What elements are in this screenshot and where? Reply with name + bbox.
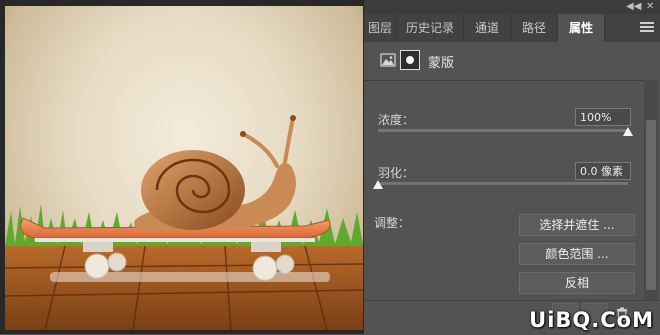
mask-label: 蒙版 [428, 56, 455, 71]
document-canvas[interactable] [0, 0, 364, 334]
density-slider-thumb[interactable] [623, 127, 633, 136]
panel-tab-bar: 图层 历史记录 通道 路径 属性 [364, 14, 660, 42]
collapse-double-arrow-icon[interactable]: ◀◀ [626, 1, 641, 13]
panel-menu-icon[interactable] [640, 20, 654, 34]
feather-input[interactable]: 0.0 像素 [575, 162, 631, 180]
select-and-mask-button[interactable]: 选择并遮住 ... [519, 214, 635, 236]
tab-paths[interactable]: 路径 [511, 14, 558, 42]
tab-channels[interactable]: 通道 [464, 14, 511, 42]
density-input[interactable]: 100% [575, 108, 631, 126]
panel-scrollbar-thumb[interactable] [646, 120, 656, 290]
feather-slider-thumb[interactable] [373, 180, 383, 189]
mask-type-row: 蒙版 [364, 46, 660, 76]
canvas-image-snail-skateboard [5, 6, 363, 330]
panel-scrollbar[interactable] [644, 80, 658, 300]
watermark-logo: UiBQ.CoM [529, 308, 654, 332]
density-slider-track[interactable] [378, 129, 628, 132]
adjust-label: 调整： [374, 216, 411, 230]
color-range-button[interactable]: 颜色范围 ... [519, 243, 635, 265]
properties-panel: ◀◀ ✕ 图层 历史记录 通道 路径 属性 蒙版 浓度： 100% 羽化： 0.… [364, 0, 660, 335]
feather-slider-track[interactable] [378, 182, 628, 185]
tab-history[interactable]: 历史记录 [397, 14, 464, 42]
tab-properties[interactable]: 属性 [558, 14, 605, 42]
mask-icon[interactable] [400, 50, 420, 70]
feather-label: 羽化： [378, 166, 415, 180]
panel-title-bar: ◀◀ ✕ [364, 0, 660, 14]
divider [364, 80, 644, 81]
tab-layers[interactable]: 图层 [364, 14, 397, 42]
snail-skateboard-illustration [5, 115, 363, 330]
density-label: 浓度： [378, 113, 415, 127]
pixel-mask-icon[interactable] [378, 50, 398, 70]
close-panel-icon[interactable]: ✕ [646, 1, 654, 13]
invert-button[interactable]: 反相 [519, 272, 635, 294]
